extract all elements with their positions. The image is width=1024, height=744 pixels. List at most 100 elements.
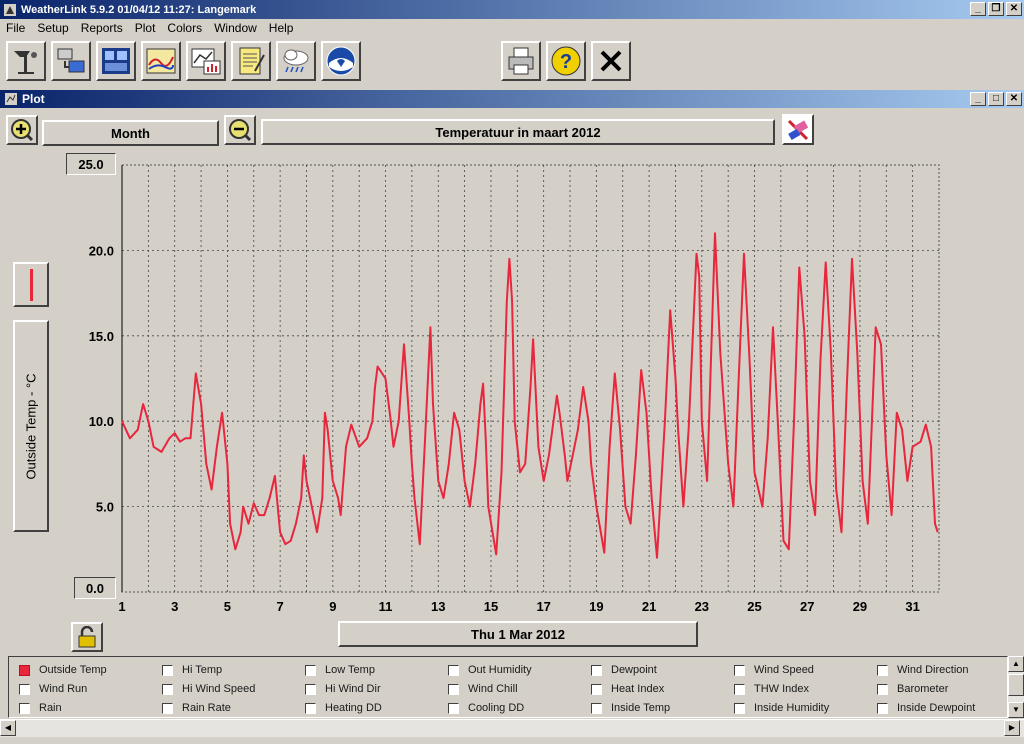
noaa-button[interactable] bbox=[321, 41, 361, 81]
legend-checkbox[interactable] bbox=[448, 664, 459, 676]
menu-setup[interactable]: Setup bbox=[31, 21, 74, 35]
eraser-icon bbox=[787, 119, 809, 140]
lock-button[interactable] bbox=[71, 622, 103, 652]
legend-item[interactable]: Rain bbox=[19, 702, 62, 714]
print-button[interactable] bbox=[501, 41, 541, 81]
legend-checkbox[interactable] bbox=[877, 683, 888, 695]
exit-button[interactable] bbox=[591, 41, 631, 81]
station-button[interactable] bbox=[6, 41, 46, 81]
weather-button[interactable] bbox=[276, 41, 316, 81]
x-tick-label: 11 bbox=[379, 599, 393, 614]
legend-item[interactable]: Barometer bbox=[877, 683, 948, 695]
series-legend: Outside Temp Hi Temp Low Temp Out Humidity D… bbox=[8, 656, 1008, 718]
x-tick-label: 1 bbox=[118, 599, 125, 614]
legend-item[interactable]: Wind Speed bbox=[734, 664, 814, 676]
plot-minimize-button[interactable]: _ bbox=[970, 92, 986, 106]
horizontal-scrollbar[interactable]: ◀ ▶ bbox=[0, 719, 1024, 737]
legend-item[interactable]: Inside Temp bbox=[591, 702, 670, 714]
legend-item[interactable]: Heating DD bbox=[305, 702, 382, 714]
bulletin-icon bbox=[102, 48, 130, 74]
legend-item[interactable]: Inside Dewpoint bbox=[877, 702, 975, 714]
legend-checkbox[interactable] bbox=[591, 702, 602, 714]
legend-checkbox[interactable] bbox=[162, 664, 173, 676]
legend-item[interactable]: Hi Wind Speed bbox=[162, 683, 255, 695]
legend-label: THW Index bbox=[754, 683, 810, 695]
notepad-button[interactable] bbox=[231, 41, 271, 81]
legend-item[interactable]: Wind Direction bbox=[877, 664, 969, 676]
legend-checkbox[interactable] bbox=[877, 664, 888, 676]
plot-title-field[interactable]: Temperatuur in maart 2012 bbox=[261, 119, 775, 145]
legend-checkbox[interactable] bbox=[162, 683, 173, 695]
legend-checkbox[interactable] bbox=[305, 664, 316, 676]
date-label: Thu 1 Mar 2012 bbox=[471, 626, 565, 642]
x-tick-label: 29 bbox=[853, 599, 867, 614]
legend-label: Heat Index bbox=[611, 683, 665, 695]
legend-checkbox[interactable] bbox=[305, 702, 316, 714]
legend-checkbox[interactable] bbox=[19, 683, 30, 695]
print-icon bbox=[508, 47, 534, 75]
legend-checkbox[interactable] bbox=[591, 683, 602, 695]
bulletin-button[interactable] bbox=[96, 41, 136, 81]
menu-window[interactable]: Window bbox=[208, 21, 263, 35]
scroll-up-arrow[interactable]: ▲ bbox=[1008, 656, 1024, 672]
menu-file[interactable]: File bbox=[0, 21, 31, 35]
legend-label: Hi Wind Dir bbox=[325, 683, 381, 695]
restore-button[interactable]: ❐ bbox=[988, 2, 1004, 16]
date-button[interactable]: Thu 1 Mar 2012 bbox=[338, 621, 698, 647]
legend-item[interactable]: Hi Temp bbox=[162, 664, 222, 676]
menu-help[interactable]: Help bbox=[263, 21, 300, 35]
close-window-button[interactable]: ✕ bbox=[1006, 2, 1022, 16]
legend-item[interactable]: Heat Index bbox=[591, 683, 664, 695]
legend-label: Out Humidity bbox=[468, 664, 532, 676]
legend-checkbox[interactable] bbox=[448, 683, 459, 695]
scroll-down-arrow[interactable]: ▼ bbox=[1008, 702, 1024, 718]
strip-chart-button[interactable] bbox=[141, 41, 181, 81]
legend-checkbox[interactable] bbox=[734, 683, 745, 695]
zoom-in-button[interactable] bbox=[6, 115, 38, 145]
legend-item[interactable]: Rain Rate bbox=[162, 702, 231, 714]
legend-checkbox[interactable] bbox=[305, 683, 316, 695]
legend-checkbox[interactable] bbox=[877, 702, 888, 714]
legend-scrollbar[interactable]: ▲ ▼ bbox=[1008, 656, 1024, 718]
plot-title: Temperatuur in maart 2012 bbox=[435, 124, 601, 140]
x-tick-label: 3 bbox=[171, 599, 178, 614]
legend-checkbox[interactable] bbox=[162, 702, 173, 714]
zoom-out-button[interactable] bbox=[224, 115, 256, 145]
span-selector[interactable]: Month bbox=[42, 120, 219, 146]
legend-item[interactable]: Wind Run bbox=[19, 683, 87, 695]
legend-label: Hi Wind Speed bbox=[182, 683, 256, 695]
legend-item[interactable]: Dewpoint bbox=[591, 664, 657, 676]
legend-item[interactable]: Hi Wind Dir bbox=[305, 683, 381, 695]
legend-checkbox[interactable] bbox=[734, 664, 745, 676]
scroll-left-arrow[interactable]: ◀ bbox=[0, 720, 16, 736]
legend-item[interactable]: Low Temp bbox=[305, 664, 375, 676]
legend-checkbox[interactable] bbox=[591, 664, 602, 676]
menu-colors[interactable]: Colors bbox=[161, 21, 208, 35]
scroll-thumb[interactable] bbox=[1008, 674, 1024, 696]
legend-checkbox[interactable] bbox=[19, 664, 30, 676]
legend-item[interactable]: Cooling DD bbox=[448, 702, 524, 714]
legend-item[interactable]: Inside Humidity bbox=[734, 702, 829, 714]
plot-maximize-button[interactable]: □ bbox=[988, 92, 1004, 106]
help-button[interactable]: ? bbox=[546, 41, 586, 81]
minimize-button[interactable]: _ bbox=[970, 2, 986, 16]
legend-label: Wind Direction bbox=[897, 664, 969, 676]
plot-close-button[interactable]: ✕ bbox=[1006, 92, 1022, 106]
legend-checkbox[interactable] bbox=[448, 702, 459, 714]
legend-item[interactable]: Out Humidity bbox=[448, 664, 532, 676]
legend-item[interactable]: THW Index bbox=[734, 683, 809, 695]
scroll-right-arrow[interactable]: ▶ bbox=[1004, 720, 1020, 736]
legend-checkbox[interactable] bbox=[19, 702, 30, 714]
menu-plot[interactable]: Plot bbox=[129, 21, 162, 35]
legend-label: Inside Temp bbox=[611, 702, 671, 714]
menu-reports[interactable]: Reports bbox=[75, 21, 129, 35]
legend-label: Rain bbox=[39, 702, 62, 714]
legend-checkbox[interactable] bbox=[734, 702, 745, 714]
legend-item[interactable]: Wind Chill bbox=[448, 683, 518, 695]
clear-plot-button[interactable] bbox=[782, 114, 814, 145]
plot-button[interactable] bbox=[186, 41, 226, 81]
series-line-outside-temp bbox=[121, 232, 939, 559]
download-button[interactable] bbox=[51, 41, 91, 81]
legend-item[interactable]: Outside Temp bbox=[19, 664, 107, 676]
legend-label: Dewpoint bbox=[611, 664, 657, 676]
